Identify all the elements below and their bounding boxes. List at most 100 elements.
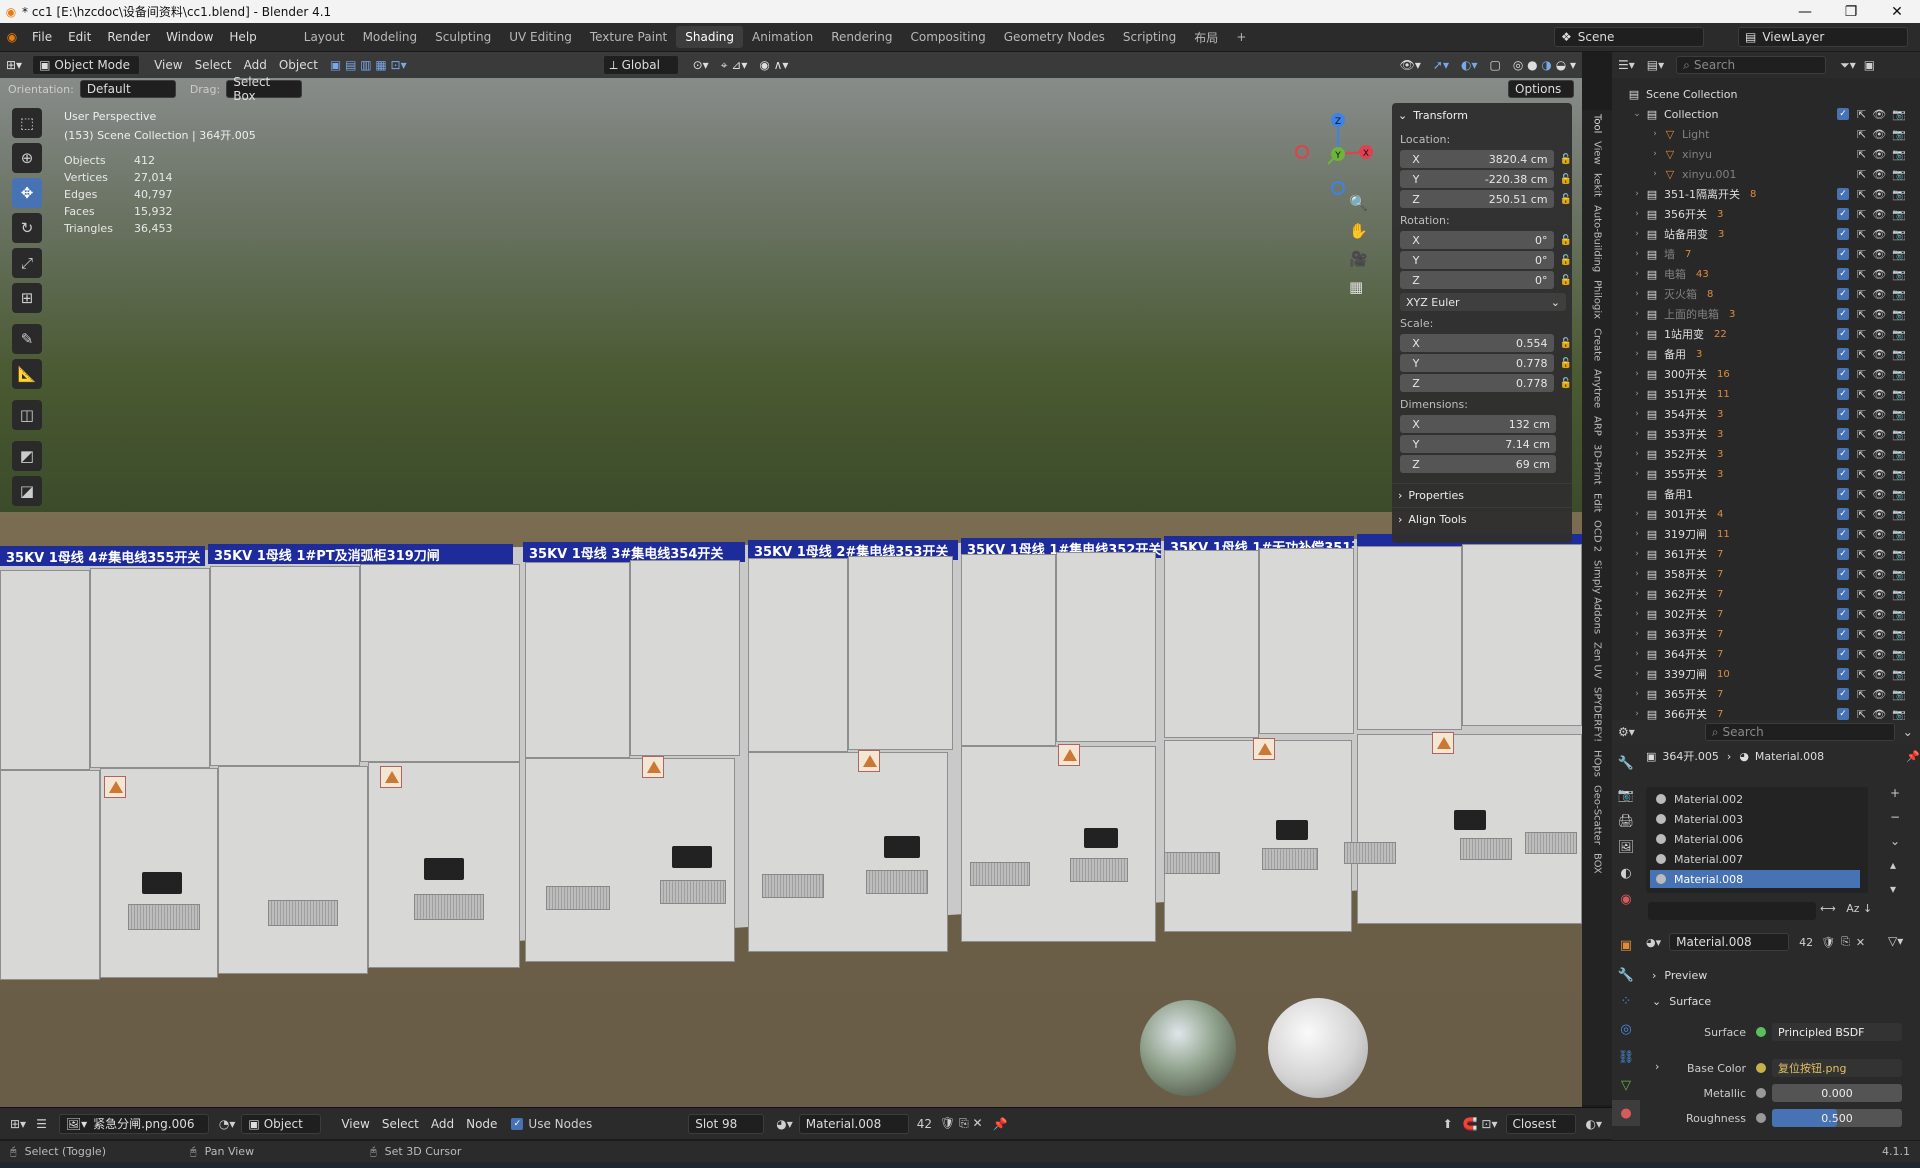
visibility-toggle-icons[interactable]: ⇱👁📷 (1857, 148, 1912, 161)
view-layer-selector[interactable]: ▤ ViewLayer (1738, 27, 1908, 47)
outliner-item[interactable]: › ▤ 363开关 7 ✓ ⇱👁📷 (1612, 624, 1920, 644)
move-up-icon[interactable]: ▴ (1890, 858, 1900, 872)
scale-tool-icon[interactable]: ⤢ (12, 248, 42, 278)
exclude-checkbox[interactable]: ✓ (1837, 688, 1849, 700)
lock-icon[interactable]: 🔓 (1560, 235, 1572, 246)
maximize-button[interactable]: ❐ (1828, 4, 1874, 20)
visibility-toggle-icons[interactable]: ⇱👁📷 (1857, 688, 1912, 701)
display-mode-icon[interactable]: ▤▾ (1647, 58, 1664, 72)
sidebar-tab-simply-addons[interactable]: Simply Addons (1592, 560, 1603, 634)
visibility-toggle-icons[interactable]: ⇱👁📷 (1857, 448, 1912, 461)
visibility-toggle-icons[interactable]: ⇱👁📷 (1857, 268, 1912, 281)
outliner-item[interactable]: › ▤ 365开关 7 ✓ ⇱👁📷 (1612, 684, 1920, 704)
chevron-down-icon[interactable]: ⌄ (1903, 725, 1913, 739)
visibility-toggle-icons[interactable]: ⇱👁📷 (1857, 188, 1912, 201)
material-browse-icon[interactable]: ◕▾ (1646, 936, 1661, 949)
visibility-toggle-icons[interactable]: ⇱👁📷 (1857, 128, 1912, 141)
outliner-item[interactable]: › ▤ 358开关 7 ✓ ⇱👁📷 (1612, 564, 1920, 584)
scene-selector[interactable]: ❖ Scene (1554, 27, 1704, 47)
chevron-right-icon[interactable]: › (1630, 249, 1644, 259)
node-menu-view[interactable]: View (335, 1117, 375, 1131)
chevron-right-icon[interactable]: › (1655, 1060, 1659, 1073)
exclude-checkbox[interactable]: ✓ (1837, 328, 1849, 340)
base-color-texture[interactable]: 复位按钮.png (1772, 1059, 1902, 1077)
chevron-right-icon[interactable]: › (1630, 369, 1644, 379)
properties-panel-header[interactable]: › Properties (1392, 483, 1572, 507)
scale-z-field[interactable]: Z 0.778 (1400, 374, 1554, 392)
rotation-x-field[interactable]: X 0° (1400, 231, 1554, 249)
visibility-toggle-icons[interactable]: ⇱👁📷 (1857, 648, 1912, 661)
pan-hand-icon[interactable]: ✋ (1349, 222, 1368, 240)
node-editor-type-icon[interactable]: ⊞▾ (10, 1117, 26, 1131)
tool-properties-tab-icon[interactable]: 🔧 (1612, 750, 1640, 776)
outliner-item[interactable]: › ▤ 站备用变 3 ✓ ⇱👁📷 (1612, 224, 1920, 244)
visibility-toggle-icons[interactable]: ⇱👁📷 (1857, 608, 1912, 621)
options-dropdown[interactable]: Options (1508, 80, 1574, 98)
sidebar-tab-tool[interactable]: Tool (1592, 114, 1603, 133)
parent-node-icon[interactable]: ⬆ (1443, 1117, 1453, 1131)
tab-layout[interactable]: Layout (295, 26, 354, 48)
overlay-toggle-icon[interactable]: ◐▾ (1586, 1117, 1603, 1131)
material-browse-icon[interactable]: ◕▾ (776, 1117, 793, 1131)
exclude-checkbox[interactable]: ✓ (1837, 368, 1849, 380)
chevron-right-icon[interactable]: › (1630, 569, 1644, 579)
gizmo-toggle-icon[interactable]: ➚▾ (1427, 58, 1455, 72)
chevron-right-icon[interactable]: › (1630, 449, 1644, 459)
add-workspace-button[interactable]: + (1227, 26, 1255, 48)
exclude-checkbox[interactable]: ✓ (1837, 568, 1849, 580)
outliner-item[interactable]: › ▤ 352开关 3 ✓ ⇱👁📷 (1612, 444, 1920, 464)
move-tool-icon[interactable]: ✥ (12, 178, 42, 208)
chevron-right-icon[interactable]: › (1630, 469, 1644, 479)
outliner-item[interactable]: › ▽ xinyu.001 ⇱👁📷 (1612, 164, 1920, 184)
filter-icon[interactable]: ⏷▾ (1840, 58, 1856, 73)
tab-compositing[interactable]: Compositing (901, 26, 994, 48)
viewport-menu-select[interactable]: Select (189, 58, 238, 72)
menu-help[interactable]: Help (221, 30, 264, 44)
shear-tool-icon[interactable]: ◩ (12, 441, 42, 471)
sidebar-tab-spyderfy[interactable]: SPYDERFY! (1592, 687, 1603, 742)
exclude-checkbox[interactable]: ✓ (1837, 628, 1849, 640)
chevron-right-icon[interactable]: › (1630, 269, 1644, 279)
transform-tool-icon[interactable]: ⊞ (12, 283, 42, 313)
outliner-item[interactable]: › ▤ 354开关 3 ✓ ⇱👁📷 (1612, 404, 1920, 424)
chevron-right-icon[interactable]: › (1630, 649, 1644, 659)
tab-animation[interactable]: Animation (743, 26, 822, 48)
preview-section-header[interactable]: › Preview (1640, 964, 1910, 986)
visibility-toggle-icons[interactable]: ⇱👁📷 (1857, 488, 1912, 501)
shading-mode-icons[interactable]: ◎ ● ◑ ◒ ▾ (1507, 58, 1582, 72)
world-properties-tab-icon[interactable]: ◉ (1612, 886, 1640, 912)
outliner-item[interactable]: ⌄ ▤ Collection ✓ ⇱👁📷 (1612, 104, 1920, 124)
physics-tab-icon[interactable]: ◎ (1612, 1016, 1640, 1042)
visibility-toggle-icons[interactable]: ⇱👁📷 (1857, 548, 1912, 561)
sort-icons[interactable]: ⟷ Az ↓ (1820, 902, 1872, 915)
tab-scripting[interactable]: Scripting (1114, 26, 1185, 48)
tab-geometry-nodes[interactable]: Geometry Nodes (995, 26, 1114, 48)
outliner-scene-collection[interactable]: ▤ Scene Collection (1612, 84, 1920, 104)
outliner-item[interactable]: › ▤ 上面的电箱 3 ✓ ⇱👁📷 (1612, 304, 1920, 324)
rotation-z-field[interactable]: Z 0° (1400, 271, 1554, 289)
tab-sculpting[interactable]: Sculpting (426, 26, 500, 48)
exclude-checkbox[interactable]: ✓ (1837, 348, 1849, 360)
lock-icon[interactable]: 🔓 (1560, 154, 1572, 165)
fake-user-icon[interactable]: 🛡 (1821, 936, 1835, 949)
proportional-edit-icon[interactable]: ◉ ∧▾ (753, 58, 794, 72)
exclude-checkbox[interactable]: ✓ (1837, 508, 1849, 520)
viewport-menu-view[interactable]: View (148, 58, 188, 72)
xray-toggle-icon[interactable]: ▢ (1483, 58, 1506, 72)
visibility-toggle-icons[interactable]: ⇱👁📷 (1857, 328, 1912, 341)
lock-icon[interactable]: 🔓 (1560, 338, 1572, 349)
minimize-button[interactable]: — (1782, 4, 1828, 20)
tab-modeling[interactable]: Modeling (354, 26, 427, 48)
exclude-checkbox[interactable]: ✓ (1837, 588, 1849, 600)
material-slot[interactable]: Material.006 (1650, 830, 1860, 848)
data-tab-icon[interactable]: ▽ (1612, 1072, 1640, 1098)
sidebar-tab-create[interactable]: Create (1592, 328, 1603, 361)
use-nodes-checkbox[interactable]: ✓ (511, 1117, 524, 1130)
select-box-tool-icon[interactable]: ⬚ (12, 108, 42, 138)
sidebar-tab-anytree[interactable]: Anytree (1592, 369, 1603, 408)
remove-slot-icon[interactable]: − (1890, 810, 1900, 824)
exclude-checkbox[interactable]: ✓ (1837, 468, 1849, 480)
exclude-checkbox[interactable]: ✓ (1837, 388, 1849, 400)
visibility-toggle-icons[interactable]: ⇱👁📷 (1857, 308, 1912, 321)
exclude-checkbox[interactable]: ✓ (1837, 528, 1849, 540)
